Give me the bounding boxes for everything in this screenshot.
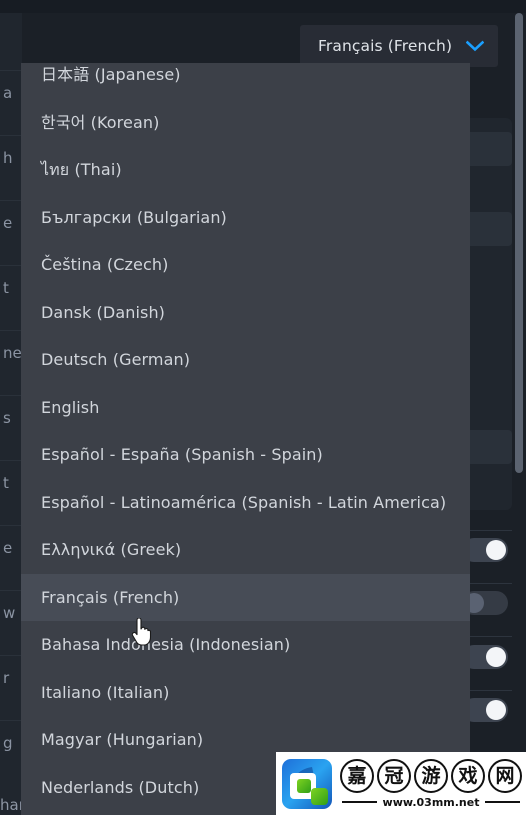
language-menu-item[interactable]: Italiano (Italian) xyxy=(21,669,470,717)
language-menu-item[interactable]: Čeština (Czech) xyxy=(21,241,470,289)
settings-row: h xyxy=(0,135,22,180)
language-menu-item[interactable]: Français (French) xyxy=(21,573,470,621)
language-menu-item[interactable]: ไทย (Thai) xyxy=(21,146,470,194)
language-menu-item[interactable]: Deutsch (German) xyxy=(21,336,470,384)
watermark-url-row: www.03mm.net xyxy=(336,796,526,809)
language-menu-item[interactable]: 한국어 (Korean) xyxy=(21,99,470,147)
language-menu-item[interactable]: Bahasa Indonesia (Indonesian) xyxy=(21,621,470,669)
settings-row: s xyxy=(0,395,22,440)
chevron-down-icon xyxy=(466,40,484,52)
page-scrollbar[interactable] xyxy=(512,13,526,815)
watermark-character: 网 xyxy=(488,758,522,793)
settings-row: e xyxy=(0,525,22,570)
settings-row: w xyxy=(0,590,22,635)
selected-language-dropdown[interactable]: Français (French) xyxy=(300,25,498,67)
window-titlebar xyxy=(0,0,526,13)
watermark: 嘉冠游戏网 www.03mm.net xyxy=(276,752,526,815)
watermark-rule-left xyxy=(342,800,377,804)
watermark-logo-icon xyxy=(282,758,332,809)
language-menu-item[interactable]: Español - España (Spanish - Spain) xyxy=(21,431,470,479)
watermark-character: 戏 xyxy=(451,758,485,793)
settings-row: t xyxy=(0,460,22,505)
toggle-knob xyxy=(486,647,506,667)
toggle-knob xyxy=(486,540,506,560)
language-menu-item[interactable]: English xyxy=(21,384,470,432)
settings-row: r xyxy=(0,655,22,700)
settings-row: a xyxy=(0,70,22,115)
language-menu-item[interactable]: Ελληνικά (Greek) xyxy=(21,526,470,574)
language-menu-item[interactable]: Dansk (Danish) xyxy=(21,289,470,337)
watermark-character: 冠 xyxy=(377,758,411,793)
language-menu-item[interactable]: Español - Latinoamérica (Spanish - Latin… xyxy=(21,479,470,527)
watermark-rule-right xyxy=(485,800,521,804)
watermark-characters: 嘉冠游戏网 xyxy=(340,758,522,793)
toggle-knob xyxy=(486,700,506,720)
settings-row: g xyxy=(0,720,22,765)
watermark-text-block: 嘉冠游戏网 www.03mm.net xyxy=(336,758,526,809)
watermark-character: 游 xyxy=(414,758,448,793)
settings-row: ne xyxy=(0,330,22,375)
page-scrollbar-thumb[interactable] xyxy=(515,13,523,473)
watermark-character: 嘉 xyxy=(340,758,374,793)
settings-row: t xyxy=(0,265,22,310)
settings-row: e xyxy=(0,200,22,245)
watermark-url: www.03mm.net xyxy=(382,795,480,809)
selected-language-label: Français (French) xyxy=(318,37,453,55)
language-menu-item[interactable]: 日本語 (Japanese) xyxy=(21,63,470,99)
language-menu-item[interactable]: Български (Bulgarian) xyxy=(21,194,470,242)
language-dropdown-menu[interactable]: 日本語 (Japanese) 한국어 (Korean) ไทย (Thai) Бълг… xyxy=(21,63,470,815)
